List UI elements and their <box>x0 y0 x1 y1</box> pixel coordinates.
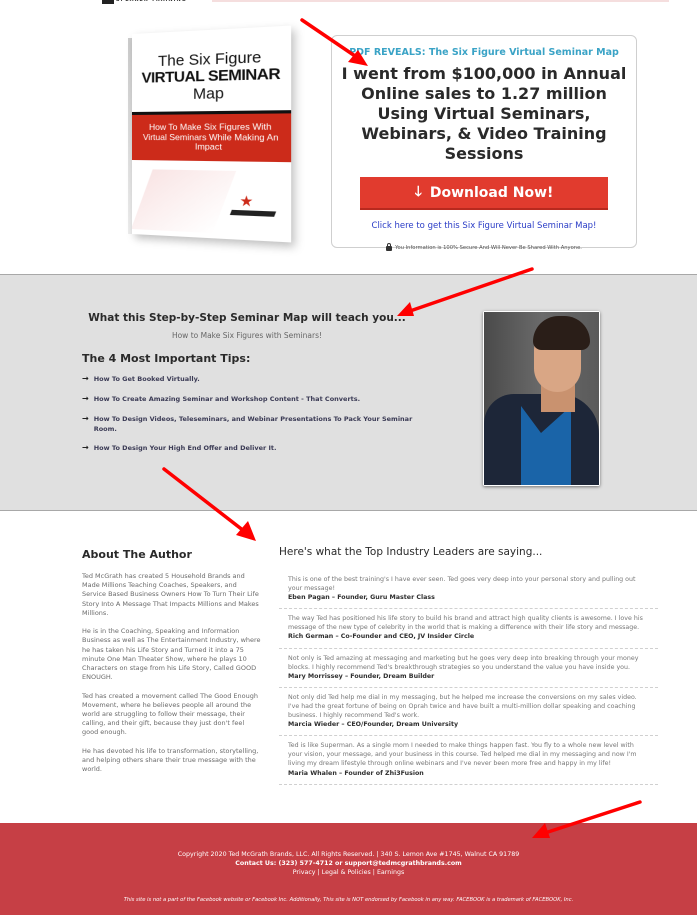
testimonial: This is one of the best training's I hav… <box>279 570 658 610</box>
testimonial-author: Mary Morrissey – Founder, Dream Builder <box>288 672 435 680</box>
photo-hair <box>533 316 590 350</box>
get-map-link[interactable]: Click here to get this Six Figure Virtua… <box>332 221 636 231</box>
privacy-note: You Information is 100% Secure And Will … <box>332 243 636 251</box>
testimonial-author: Marcia Wieder – CEO/Founder, Dream Unive… <box>288 721 459 729</box>
arrow-right-icon: → <box>82 443 89 452</box>
testimonial: Ted is like Superman. As a single mom I … <box>279 736 658 785</box>
testimonial-author: Eben Pagan – Founder, Guru Master Class <box>288 594 435 602</box>
tip-text: How To Get Booked Virtually. <box>93 375 200 383</box>
testimonial-quote: Not only is Ted amazing at messaging and… <box>288 654 639 671</box>
author-photo-image <box>484 312 599 485</box>
ebook-title-line3: Map <box>193 84 224 104</box>
author-paragraph: Ted McGrath has created 5 Household Bran… <box>82 572 259 617</box>
footer: Copyright 2020 Ted McGrath Brands, LLC. … <box>0 823 697 915</box>
ebook-subtitle-band: How To Make Six Figures With Virtual Sem… <box>132 110 292 163</box>
header-divider <box>212 0 669 2</box>
download-now-label: Download Now! <box>429 184 554 201</box>
footer-link-privacy[interactable]: Privacy <box>293 869 316 876</box>
author-paragraph: He has devoted his life to transformatio… <box>82 746 259 774</box>
brand-logo[interactable]: SPEAKER TRAINING <box>100 0 200 6</box>
logo-mark-icon <box>102 0 114 4</box>
footer-contact: Contact Us: (323) 577-4712 or support@te… <box>235 860 462 867</box>
testimonial-author: Rich German – Co-Founder and CEO, JV Ins… <box>288 633 475 641</box>
ebook-watermark <box>132 169 237 234</box>
optin-box: PDF REVEALS: The Six Figure Virtual Semi… <box>331 35 637 251</box>
teach-title: What this Step-by-Step Seminar Map will … <box>88 312 406 324</box>
tips-title: The 4 Most Important Tips: <box>82 352 251 365</box>
ebook-front: The Six Figure VIRTUAL SEMINAR Map How T… <box>132 25 292 243</box>
lock-icon <box>386 243 393 251</box>
arrow-right-icon: → <box>82 394 89 403</box>
tips-list: → How To Get Booked Virtually. → How To Cr… <box>82 374 422 463</box>
landing-page: SPEAKER TRAINING The Six Figure VIRTUAL … <box>0 0 697 915</box>
testimonial-quote: The way Ted has positioned his life stor… <box>288 615 643 632</box>
ebook-publisher-logo: ★ <box>229 193 277 223</box>
download-now-button[interactable]: 🡓 Download Now! <box>360 177 608 210</box>
ebook-subtitle: How To Make Six Figures With Virtual Sem… <box>142 120 279 153</box>
tip-text: How To Design Your High End Offer and De… <box>93 444 277 452</box>
logo-text: SPEAKER TRAINING <box>116 0 187 3</box>
testimonials-list: This is one of the best training's I hav… <box>279 570 658 785</box>
testimonial-author: Maria Whalen – Founder of Zhi3Fusion <box>288 769 424 777</box>
testimonial-quote: Ted is like Superman. As a single mom I … <box>288 742 637 768</box>
arrow-right-icon: → <box>82 374 89 383</box>
about-author-title: About The Author <box>82 548 192 561</box>
tip-item: → How To Design Videos, Teleseminars, and… <box>82 414 422 434</box>
optin-headline: I went from $100,000 in Annual Online sa… <box>341 64 627 163</box>
arrow-down-icon: 🡓 <box>414 183 422 200</box>
about-author-body: Ted McGrath has created 5 Household Bran… <box>82 572 262 784</box>
footer-copyright: Copyright 2020 Ted McGrath Brands, LLC. … <box>177 851 520 858</box>
testimonial-quote: This is one of the best training's I hav… <box>288 576 636 593</box>
teach-subtitle: How to Make Six Figures with Seminars! <box>171 331 323 340</box>
testimonial-quote: Not only did Ted help me dial in my mess… <box>288 693 637 720</box>
author-paragraph: He is in the Coaching, Speaking and Info… <box>82 627 261 682</box>
footer-links: Privacy | Legal & Policies | Earnings <box>0 868 697 877</box>
footer-separator: | <box>317 869 320 876</box>
footer-link-legal[interactable]: Legal & Policies <box>322 869 371 876</box>
optin-kicker: PDF REVEALS: The Six Figure Virtual Semi… <box>349 47 619 58</box>
facebook-disclaimer: This site is not a part of the Facebook … <box>123 897 574 903</box>
tip-item: → How To Create Amazing Seminar and Works… <box>82 394 422 404</box>
privacy-note-text: You Information is 100% Secure And Will … <box>395 244 582 251</box>
author-photo <box>483 311 600 486</box>
tip-item: → How To Get Booked Virtually. <box>82 374 422 384</box>
author-paragraph: Ted has created a movement called The Go… <box>82 691 258 737</box>
arrow-right-icon: → <box>82 414 89 423</box>
testimonial: Not only did Ted help me dial in my mess… <box>279 688 658 737</box>
teach-section: What this Step-by-Step Seminar Map will … <box>0 274 697 511</box>
testimonial: Not only is Ted amazing at messaging and… <box>279 649 658 688</box>
tip-item: → How To Design Your High End Offer and D… <box>82 443 422 453</box>
tip-text: How To Create Amazing Seminar and Worksh… <box>93 395 361 403</box>
testimonials-title: Here's what the Top Industry Leaders are… <box>279 546 543 558</box>
footer-link-earnings[interactable]: Earnings <box>377 869 404 876</box>
star-icon: ★ <box>239 193 254 211</box>
ebook-cover: The Six Figure VIRTUAL SEMINAR Map How T… <box>118 25 292 252</box>
logo-bar-icon <box>229 209 277 217</box>
footer-separator: | <box>372 869 375 876</box>
tip-text: How To Design Videos, Teleseminars, and … <box>93 415 413 433</box>
testimonial: The way Ted has positioned his life stor… <box>279 609 658 649</box>
